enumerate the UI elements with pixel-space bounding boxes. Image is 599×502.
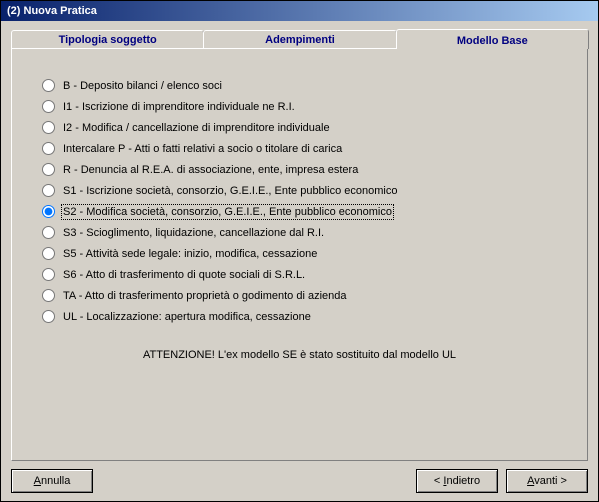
tab-label: Modello Base [457, 35, 528, 47]
cancel-button[interactable]: Annulla [11, 469, 93, 493]
wizard-buttons: Annulla < Indietro Avanti > [11, 469, 588, 493]
modello-radio[interactable] [42, 289, 55, 302]
tab-label: Adempimenti [265, 34, 335, 46]
modello-option-label: S5 - Attività sede legale: inizio, modif… [63, 248, 317, 260]
tab-adempimenti[interactable]: Adempimenti [203, 30, 396, 48]
modello-option[interactable]: B - Deposito bilanci / elenco soci [42, 79, 557, 92]
modello-option[interactable]: I1 - Iscrizione di imprenditore individu… [42, 100, 557, 113]
modello-option-label: S6 - Atto di trasferimento di quote soci… [63, 269, 305, 281]
tab-label: Tipologia soggetto [59, 34, 157, 46]
back-button[interactable]: < Indietro [416, 469, 498, 493]
modello-radio[interactable] [42, 184, 55, 197]
modello-radio[interactable] [42, 247, 55, 260]
modello-option-label: TA - Atto di trasferimento proprietà o g… [63, 290, 347, 302]
modello-option-label: S1 - Iscrizione società, consorzio, G.E.… [63, 185, 397, 197]
modello-option-label: I1 - Iscrizione di imprenditore individu… [63, 101, 295, 113]
modello-radio[interactable] [42, 79, 55, 92]
modello-option[interactable]: S5 - Attività sede legale: inizio, modif… [42, 247, 557, 260]
modello-option[interactable]: S6 - Atto di trasferimento di quote soci… [42, 268, 557, 281]
modello-option-label: S3 - Scioglimento, liquidazione, cancell… [63, 227, 324, 239]
modello-radio[interactable] [42, 100, 55, 113]
nuova-pratica-window: (2) Nuova Pratica Tipologia soggetto Ade… [0, 0, 599, 502]
modello-option-label: R - Denuncia al R.E.A. di associazione, … [63, 164, 358, 176]
modello-option-label: I2 - Modifica / cancellazione di imprend… [63, 122, 330, 134]
modello-option-label: Intercalare P - Atti o fatti relativi a … [63, 143, 342, 155]
tab-tipologia-soggetto[interactable]: Tipologia soggetto [11, 30, 204, 48]
modello-radio[interactable] [42, 226, 55, 239]
titlebar: (2) Nuova Pratica [1, 1, 598, 21]
window-title: (2) Nuova Pratica [7, 5, 97, 17]
modello-option[interactable]: TA - Atto di trasferimento proprietà o g… [42, 289, 557, 302]
tabstrip: Tipologia soggetto Adempimenti Modello B… [11, 26, 588, 48]
modello-radio[interactable] [42, 310, 55, 323]
next-button[interactable]: Avanti > [506, 469, 588, 493]
modello-option-label: UL - Localizzazione: apertura modifica, … [63, 311, 311, 323]
modello-options: B - Deposito bilanci / elenco soci I1 - I… [42, 79, 557, 323]
modello-option-label: S2 - Modifica società, consorzio, G.E.I.… [63, 206, 392, 218]
modello-radio[interactable] [42, 163, 55, 176]
modello-radio[interactable] [42, 268, 55, 281]
warning-text: ATTENZIONE! L'ex modello SE è stato sost… [42, 349, 557, 361]
modello-radio[interactable] [42, 121, 55, 134]
modello-option[interactable]: R - Denuncia al R.E.A. di associazione, … [42, 163, 557, 176]
tabpanel-modello-base: B - Deposito bilanci / elenco soci I1 - I… [11, 48, 588, 461]
modello-option[interactable]: I2 - Modifica / cancellazione di imprend… [42, 121, 557, 134]
modello-radio[interactable] [42, 142, 55, 155]
modello-option[interactable]: S2 - Modifica società, consorzio, G.E.I.… [42, 205, 557, 218]
modello-option-label: B - Deposito bilanci / elenco soci [63, 80, 222, 92]
modello-option[interactable]: S1 - Iscrizione società, consorzio, G.E.… [42, 184, 557, 197]
modello-option[interactable]: UL - Localizzazione: apertura modifica, … [42, 310, 557, 323]
modello-option[interactable]: Intercalare P - Atti o fatti relativi a … [42, 142, 557, 155]
modello-option[interactable]: S3 - Scioglimento, liquidazione, cancell… [42, 226, 557, 239]
tab-modello-base[interactable]: Modello Base [396, 29, 589, 49]
modello-radio[interactable] [42, 205, 55, 218]
client-area: Tipologia soggetto Adempimenti Modello B… [1, 21, 598, 501]
